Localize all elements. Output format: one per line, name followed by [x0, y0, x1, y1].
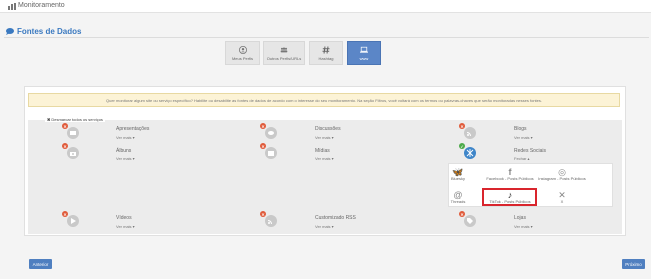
- network-label: Bluesky: [450, 176, 465, 181]
- hashtag-icon: [322, 45, 330, 54]
- network-label: Instagram - Posts Públicos: [538, 176, 586, 181]
- network-label: Threads: [450, 199, 466, 204]
- user-icon: [238, 45, 247, 54]
- section-title: Fontes de Dados: [17, 26, 82, 36]
- disabled-badge[interactable]: ✕: [62, 143, 68, 149]
- see-more-link[interactable]: Ver mais ▾: [315, 224, 334, 229]
- service-name: Customizado RSS: [315, 215, 356, 221]
- service-name: Redes Sociais: [514, 148, 546, 154]
- tab-hashtag[interactable]: Hashtag: [309, 41, 343, 65]
- top-bar: Monitoramento: [0, 0, 651, 13]
- tag-icon: [464, 215, 476, 227]
- page-title: Monitoramento: [18, 2, 65, 9]
- disabled-badge[interactable]: ✕: [62, 123, 68, 129]
- disabled-badge[interactable]: ✕: [62, 211, 68, 217]
- see-more-link[interactable]: Ver mais ▾: [315, 156, 334, 161]
- network-bluesky[interactable]: 🦋 Bluesky: [433, 167, 483, 182]
- service-name: Discussões: [315, 126, 341, 132]
- see-more-link[interactable]: Ver mais ▾: [514, 224, 533, 229]
- service-name: Blogs: [514, 126, 527, 132]
- enabled-badge[interactable]: ✓: [459, 143, 465, 149]
- see-more-link[interactable]: Ver mais ▾: [315, 135, 334, 140]
- info-alert: Quer monitorar algum site ou serviço esp…: [28, 93, 620, 107]
- service-name: Apresentações: [116, 126, 150, 132]
- rss-icon: [265, 215, 277, 227]
- see-more-link[interactable]: Ver mais ▾: [116, 135, 135, 140]
- laptop-icon: [360, 46, 368, 53]
- rss-icon: [464, 127, 476, 139]
- tab-www[interactable]: www: [347, 41, 381, 65]
- disabled-badge[interactable]: ✕: [459, 123, 465, 129]
- see-more-link[interactable]: Ver mais ▾: [116, 224, 135, 229]
- tab-label: Outros Perfis/URLs: [266, 55, 302, 61]
- comments-icon: [265, 127, 277, 139]
- play-icon: [67, 215, 79, 227]
- presentation-icon: [67, 127, 79, 139]
- network-icon: [464, 147, 476, 159]
- network-facebook[interactable]: f Facebook - Posts Públicos: [485, 167, 535, 182]
- comment-icon: [6, 27, 14, 35]
- service-name: Lojas: [514, 215, 526, 221]
- service-name: Vídeos: [116, 215, 132, 221]
- deselect-label: Desmarcar todos os serviços: [51, 116, 103, 122]
- service-name: Mídias: [315, 148, 330, 154]
- network-x[interactable]: ✕ X: [537, 190, 587, 205]
- close-link[interactable]: Fechar ▴: [514, 156, 530, 161]
- section-header: Fontes de Dados: [6, 25, 81, 37]
- tiktok-highlight: [482, 188, 537, 206]
- divider: [4, 37, 649, 38]
- disabled-badge[interactable]: ✕: [260, 123, 266, 129]
- tab-label: Hashtag: [318, 55, 334, 61]
- users-icon: [280, 46, 288, 52]
- tab-outros-perfis[interactable]: Outros Perfis/URLs: [263, 41, 305, 65]
- network-label: Facebook - Posts Públicos: [486, 176, 534, 181]
- see-more-link[interactable]: Ver mais ▾: [514, 135, 533, 140]
- media-icon: [265, 147, 277, 159]
- network-instagram[interactable]: ◎ Instagram - Posts Públicos: [537, 167, 587, 182]
- bar-chart-icon: [8, 3, 16, 10]
- disabled-badge[interactable]: ✕: [260, 143, 266, 149]
- see-more-link[interactable]: Ver mais ▾: [116, 156, 135, 161]
- camera-icon: [67, 147, 79, 159]
- network-label: X: [560, 199, 564, 204]
- service-name: Álbuns: [116, 148, 132, 154]
- back-button[interactable]: Anterior: [29, 259, 52, 269]
- disabled-badge[interactable]: ✕: [459, 211, 465, 217]
- network-threads[interactable]: @ Threads: [433, 190, 483, 205]
- tab-meus-perfis[interactable]: Meus Perfis: [225, 41, 260, 65]
- tab-label: Meus Perfis: [231, 55, 254, 61]
- disabled-badge[interactable]: ✕: [260, 211, 266, 217]
- tab-label: www: [359, 55, 369, 61]
- next-button[interactable]: Próximo: [622, 259, 645, 269]
- deselect-all-button[interactable]: ✖ Desmarcar todos os serviços: [45, 116, 105, 122]
- close-icon: ✖: [47, 116, 51, 122]
